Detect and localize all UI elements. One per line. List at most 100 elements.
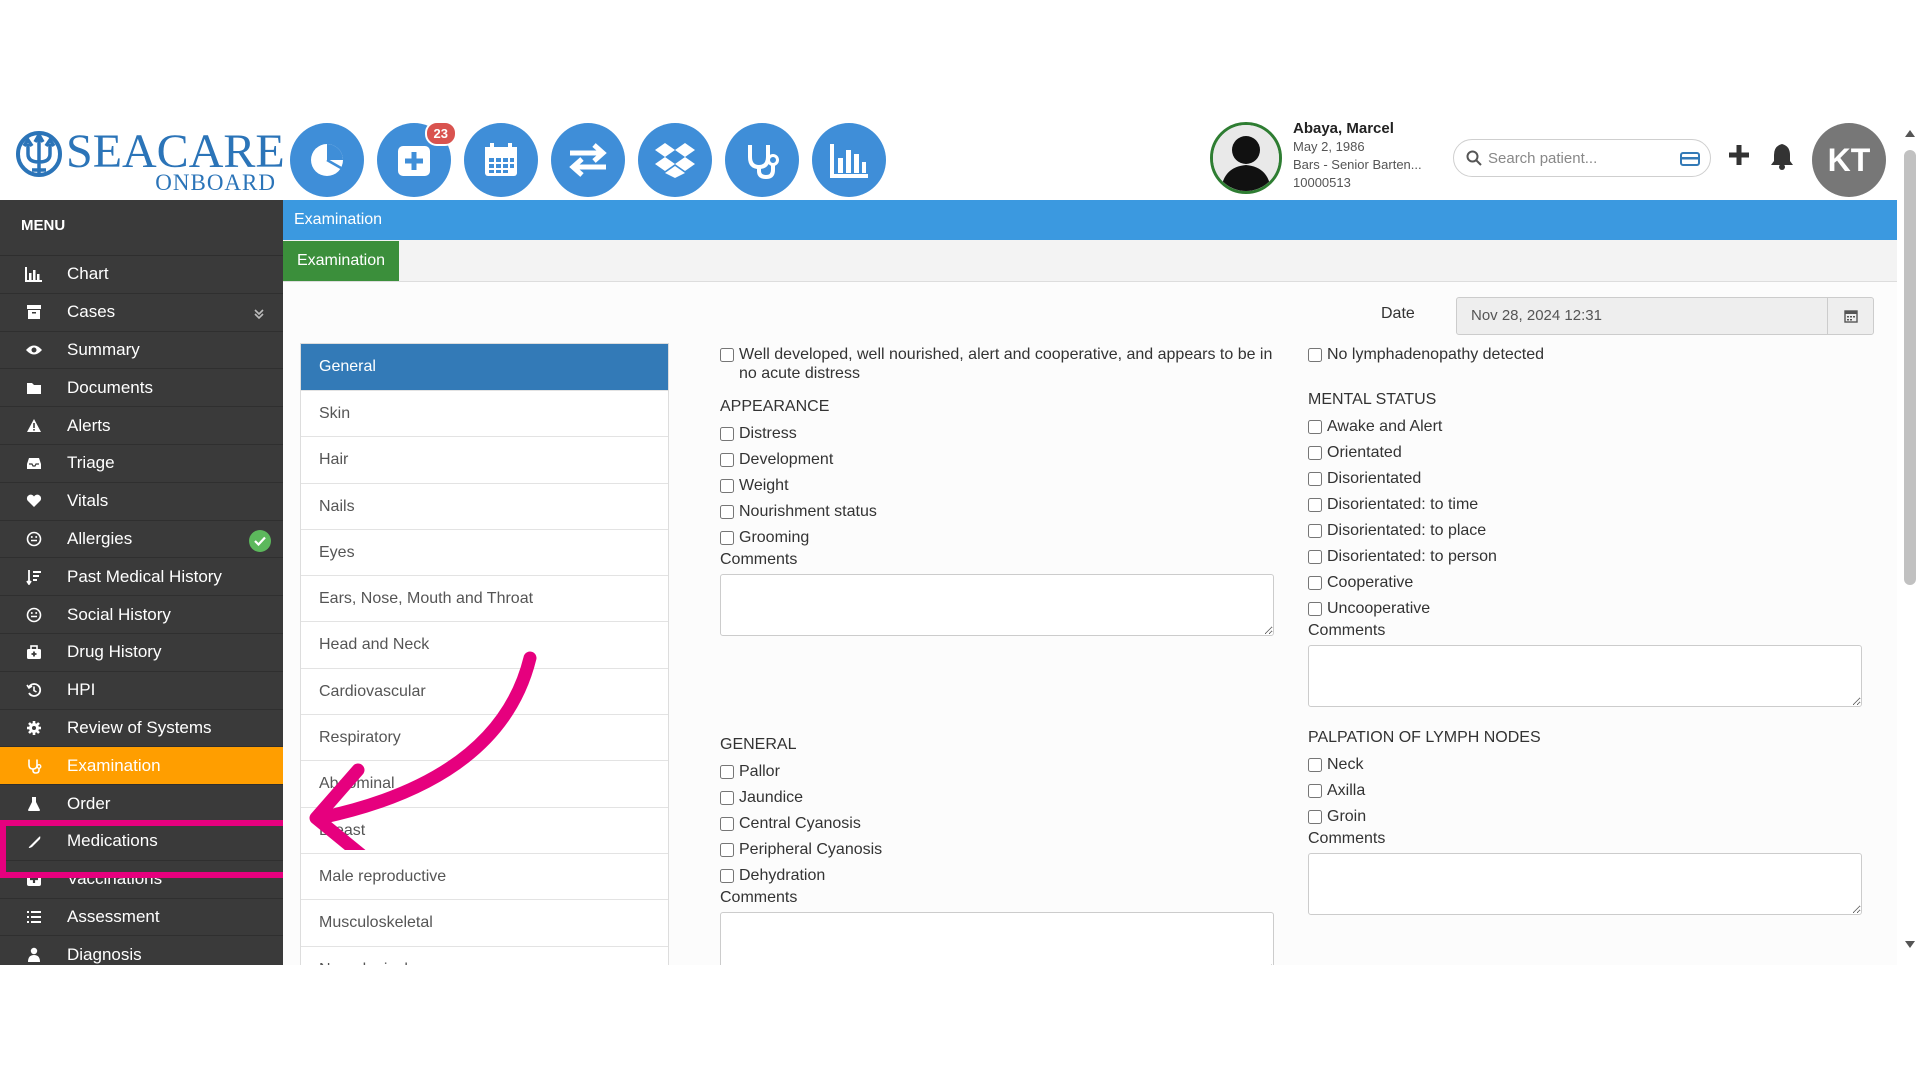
seacare-logo[interactable]: SEACARE ONBOARD <box>14 126 285 195</box>
checkbox[interactable] <box>1308 446 1322 460</box>
section-abdominal[interactable]: Abdominal <box>301 761 668 808</box>
tab-examination[interactable]: Examination <box>283 241 399 281</box>
uncooperative-checkbox[interactable]: Uncooperative <box>1308 599 1868 618</box>
checkbox[interactable] <box>720 427 734 441</box>
card-icon[interactable] <box>1680 151 1700 167</box>
checkbox[interactable] <box>1308 784 1322 798</box>
distress-checkbox[interactable]: Distress <box>720 424 1280 443</box>
section-ent[interactable]: Ears, Nose, Mouth and Throat <box>301 576 668 623</box>
disorientated-place-checkbox[interactable]: Disorientated: to place <box>1308 521 1868 540</box>
scrollbar-thumb[interactable] <box>1904 150 1916 585</box>
checkbox[interactable] <box>1308 758 1322 772</box>
date-picker-button[interactable] <box>1827 298 1873 334</box>
sidebar-item-medications[interactable]: Medications <box>0 823 283 861</box>
user-avatar[interactable]: KT <box>1812 123 1886 197</box>
sidebar-item-summary[interactable]: Summary <box>0 332 283 370</box>
checkbox[interactable] <box>720 531 734 545</box>
section-eyes[interactable]: Eyes <box>301 530 668 577</box>
date-field[interactable]: Nov 28, 2024 12:31 <box>1456 297 1874 335</box>
add-case-button[interactable]: 23 <box>377 121 457 197</box>
sidebar-item-vitals[interactable]: Vitals <box>0 483 283 521</box>
checkbox[interactable] <box>1308 602 1322 616</box>
axilla-checkbox[interactable]: Axilla <box>1308 781 1868 800</box>
checkbox[interactable] <box>720 843 734 857</box>
section-general[interactable]: General <box>301 344 668 391</box>
sidebar-item-diagnosis[interactable]: Diagnosis <box>0 936 283 965</box>
central-cyanosis-checkbox[interactable]: Central Cyanosis <box>720 814 1280 833</box>
checkbox[interactable] <box>1308 810 1322 824</box>
checkbox[interactable] <box>1308 472 1322 486</box>
checkbox[interactable] <box>1308 498 1322 512</box>
sidebar-item-assessment[interactable]: Assessment <box>0 899 283 937</box>
general-comments-field[interactable] <box>720 912 1274 965</box>
checkbox[interactable] <box>720 817 734 831</box>
sidebar-item-alerts[interactable]: Alerts <box>0 407 283 445</box>
disorientated-checkbox[interactable]: Disorientated <box>1308 469 1868 488</box>
checkbox[interactable] <box>1308 348 1322 362</box>
transfer-button[interactable] <box>551 123 625 197</box>
stethoscope-button[interactable] <box>725 123 799 197</box>
scroll-up-icon[interactable] <box>1904 128 1916 138</box>
checkbox[interactable] <box>720 453 734 467</box>
dehydration-checkbox[interactable]: Dehydration <box>720 866 1280 885</box>
nourishment-checkbox[interactable]: Nourishment status <box>720 502 1280 521</box>
disorientated-time-checkbox[interactable]: Disorientated: to time <box>1308 495 1868 514</box>
pallor-checkbox[interactable]: Pallor <box>720 762 1280 781</box>
checkbox[interactable] <box>720 791 734 805</box>
checkbox[interactable] <box>1308 420 1322 434</box>
peripheral-cyanosis-checkbox[interactable]: Peripheral Cyanosis <box>720 840 1280 859</box>
search-input[interactable] <box>1488 148 1668 168</box>
disorientated-person-checkbox[interactable]: Disorientated: to person <box>1308 547 1868 566</box>
reports-button[interactable] <box>812 123 886 197</box>
neck-checkbox[interactable]: Neck <box>1308 755 1868 774</box>
orientated-checkbox[interactable]: Orientated <box>1308 443 1868 462</box>
dashboard-button[interactable] <box>290 123 364 197</box>
section-respiratory[interactable]: Respiratory <box>301 715 668 762</box>
sidebar-item-documents[interactable]: Documents <box>0 369 283 408</box>
sidebar-item-cases[interactable]: Cases <box>0 294 283 332</box>
sidebar-item-vaccinations[interactable]: Vaccinations <box>0 861 283 899</box>
no-lymphadenopathy-checkbox[interactable]: No lymphadenopathy detected <box>1308 345 1868 364</box>
checkbox[interactable] <box>1308 524 1322 538</box>
sidebar-item-order[interactable]: Order <box>0 785 283 823</box>
groin-checkbox[interactable]: Groin <box>1308 807 1868 826</box>
sidebar-item-past-medical-history[interactable]: Past Medical History <box>0 558 283 597</box>
sidebar-item-allergies[interactable]: Allergies <box>0 521 283 559</box>
lymph-comments-field[interactable] <box>1308 853 1862 915</box>
calendar-button[interactable] <box>464 123 538 197</box>
weight-checkbox[interactable]: Weight <box>720 476 1280 495</box>
section-male-reproductive[interactable]: Male reproductive <box>301 854 668 901</box>
patient-name[interactable]: Abaya, Marcel <box>1293 120 1443 138</box>
bell-icon[interactable] <box>1769 142 1795 170</box>
grooming-checkbox[interactable]: Grooming <box>720 528 1280 547</box>
development-checkbox[interactable]: Development <box>720 450 1280 469</box>
checkbox[interactable] <box>720 765 734 779</box>
checkbox[interactable] <box>1308 576 1322 590</box>
jaundice-checkbox[interactable]: Jaundice <box>720 788 1280 807</box>
scroll-down-icon[interactable] <box>1904 940 1916 950</box>
section-neurological[interactable]: Neurological <box>301 947 668 965</box>
well-developed-checkbox[interactable]: Well developed, well nourished, alert an… <box>720 345 1280 383</box>
appearance-comments-field[interactable] <box>720 574 1274 636</box>
section-nails[interactable]: Nails <box>301 484 668 530</box>
cooperative-checkbox[interactable]: Cooperative <box>1308 573 1868 592</box>
sidebar-item-drug-history[interactable]: Drug History <box>0 634 283 672</box>
sidebar-item-triage[interactable]: Triage <box>0 445 283 483</box>
section-head-and-neck[interactable]: Head and Neck <box>301 622 668 669</box>
checkbox[interactable] <box>720 505 734 519</box>
sidebar-item-review-of-systems[interactable]: Review of Systems <box>0 710 283 748</box>
section-breast[interactable]: Breast <box>301 808 668 854</box>
checkbox[interactable] <box>720 348 734 362</box>
dropbox-button[interactable] <box>638 123 712 197</box>
section-hair[interactable]: Hair <box>301 437 668 484</box>
section-cardiovascular[interactable]: Cardiovascular <box>301 669 668 716</box>
checkbox[interactable] <box>720 479 734 493</box>
chevron-down-icon[interactable] <box>253 308 265 320</box>
section-musculoskeletal[interactable]: Musculoskeletal <box>301 900 668 947</box>
awake-alert-checkbox[interactable]: Awake and Alert <box>1308 417 1868 436</box>
checkbox[interactable] <box>720 869 734 883</box>
mental-comments-field[interactable] <box>1308 645 1862 707</box>
sidebar-item-hpi[interactable]: HPI <box>0 672 283 710</box>
sidebar-item-chart[interactable]: Chart <box>0 256 283 294</box>
sidebar-item-examination[interactable]: Examination <box>0 747 283 786</box>
